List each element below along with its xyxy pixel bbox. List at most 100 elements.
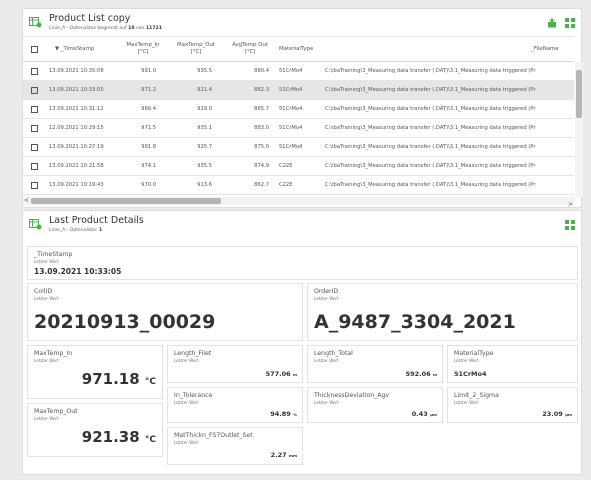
limit-2-sigma-card: Limit_2_Sigma Letzter Wert 23.09 µm	[447, 387, 578, 423]
latest-value-caption: Letzter Wert	[34, 259, 59, 264]
column-header-material[interactable]: MaterialType	[279, 46, 313, 53]
vertical-scrollbar[interactable]	[575, 62, 583, 197]
scroll-right-arrow-icon[interactable]: >	[568, 201, 573, 209]
cell-avgtemp-out: 880.4	[254, 68, 269, 74]
cell-material: C22E	[279, 182, 293, 188]
cell-maxtemp-in: 991.8	[141, 144, 156, 150]
cell-avgtemp-out: 874.9	[254, 163, 269, 169]
cell-maxtemp-out: 919.0	[197, 106, 212, 112]
product-details-subtitle: Linie_A - Datensätze: 1	[49, 228, 103, 233]
material-type-label: MaterialType	[454, 350, 494, 357]
cell-timestamp: 12.09.2021 10:29:15	[49, 125, 104, 131]
column-header-maxtemp-in[interactable]: MaxTemp_In [°C]	[119, 42, 167, 56]
vertical-scroll-thumb[interactable]	[576, 70, 582, 118]
cell-maxtemp-out: 925.7	[197, 144, 212, 150]
cell-maxtemp-in: 970.0	[141, 182, 156, 188]
cell-filename: C:\ibaTraining\3_Measuring data transfer…	[325, 125, 536, 131]
latest-value-caption: Letzter Wert	[174, 400, 199, 405]
maxtemp-out-label: MaxTemp_Out	[34, 408, 78, 415]
row-checkbox[interactable]	[31, 182, 38, 189]
cell-maxtemp-in: 966.4	[141, 106, 156, 112]
cell-avgtemp-out: 865.7	[254, 106, 269, 112]
cell-material: C22E	[279, 163, 293, 169]
cell-maxtemp-out: 935.5	[197, 68, 212, 74]
maxtemp-in-label: MaxTemp_In	[34, 350, 73, 357]
maxtemp-in-card: MaxTemp_In Letzter Wert 971.18 °C	[27, 345, 163, 399]
product-list-subtitle: Linie_A - Datensätze begrenzt auf 10 von…	[49, 26, 162, 31]
row-checkbox[interactable]	[31, 144, 38, 151]
latest-value-caption: Letzter Wert	[454, 358, 479, 363]
latest-value-caption: Letzter Wert	[314, 296, 339, 301]
cell-material: 51CrMo4	[279, 144, 303, 150]
thickness-deviation-value: 0.43 µm	[411, 410, 437, 418]
column-header-filename[interactable]: _FileName	[531, 46, 559, 53]
cell-material: 51CrMo4	[279, 125, 303, 131]
table-row[interactable]: 12.09.2021 10:29:15 971.5 935.1 883.0 51…	[23, 119, 574, 138]
table-row-selected[interactable]: 13.09.2021 10:33:05 971.2 921.4 882.3 51…	[23, 81, 574, 100]
table-row[interactable]: 13.09.2021 10:27:19 991.8 925.7 875.0 51…	[23, 138, 574, 157]
cell-avgtemp-out: 882.3	[254, 87, 269, 93]
cell-maxtemp-in: 971.5	[141, 125, 156, 131]
latest-value-caption: Letzter Wert	[174, 440, 199, 445]
cell-filename: C:\ibaTraining\3_Measuring data transfer…	[325, 163, 536, 169]
cell-avgtemp-out: 883.0	[254, 125, 269, 131]
product-details-header: Last Product Details Linie_A - Datensätz…	[23, 211, 581, 239]
cell-avgtemp-out: 862.7	[254, 182, 269, 188]
cell-maxtemp-out: 935.1	[197, 125, 212, 131]
table-row[interactable]: 13.09.2021 10:21:58 974.1 935.5 874.9 C2…	[23, 157, 574, 176]
coil-id-label: CoilID	[34, 288, 53, 295]
length-total-value: 592.06 m	[405, 370, 437, 378]
column-header-timestamp[interactable]: ▼ _TimeStamp	[55, 46, 94, 53]
table-icon	[29, 219, 42, 230]
latest-value-caption: Letzter Wert	[314, 358, 339, 363]
cell-maxtemp-in: 971.2	[141, 87, 156, 93]
row-checkbox[interactable]	[31, 106, 38, 113]
product-details-panel: Last Product Details Linie_A - Datensätz…	[22, 210, 582, 475]
latest-value-caption: Letzter Wert	[34, 296, 59, 301]
in-tolerance-label: In_Tolerance	[174, 392, 213, 399]
cell-filename: C:\ibaTraining\3_Measuring data transfer…	[325, 68, 536, 74]
horizontal-scrollbar[interactable]: < >	[23, 197, 575, 208]
table-body: 13.09.2021 10:35:08 991.0 935.5 880.4 51…	[23, 62, 574, 195]
latest-value-caption: Letzter Wert	[34, 416, 59, 421]
grid-icon[interactable]	[565, 220, 575, 230]
cell-filename: C:\ibaTraining\3_Measuring data transfer…	[325, 182, 536, 188]
column-header-avgtemp-out[interactable]: AvgTemp Out [°C]	[226, 42, 274, 56]
table-row[interactable]: 13.09.2021 10:19:43 970.0 913.6 862.7 C2…	[23, 176, 574, 195]
mat-thickness-label: MatThickn_FS7Outlet_Set	[174, 432, 253, 439]
timestamp-card: _TimeStamp Letzter Wert 13.09.2021 10:33…	[27, 246, 578, 280]
order-id-card: OrderID Letzter Wert A_9487_3304_2021	[307, 283, 578, 341]
product-list-header: Product List copy Linie_A - Datensätze b…	[23, 9, 581, 37]
product-list-title: Product List copy	[49, 13, 131, 24]
grid-icon[interactable]	[565, 18, 575, 28]
material-type-value: 51CrMo4	[454, 370, 487, 378]
export-icon[interactable]	[547, 18, 557, 28]
cell-timestamp: 13.09.2021 10:21:58	[49, 163, 104, 169]
product-list-panel: Product List copy Linie_A - Datensätze b…	[22, 8, 583, 208]
thickness-deviation-card: ThicknessDeviation_Agv Letzter Wert 0.43…	[307, 387, 443, 423]
latest-value-caption: Letzter Wert	[314, 400, 339, 405]
table-row[interactable]: 13.09.2021 10:35:08 991.0 935.5 880.4 51…	[23, 62, 574, 81]
order-id-value: A_9487_3304_2021	[314, 311, 516, 333]
row-checkbox[interactable]	[31, 87, 38, 94]
maxtemp-out-card: MaxTemp_Out Letzter Wert 921.38 °C	[27, 403, 163, 457]
scroll-left-arrow-icon[interactable]: <	[24, 197, 29, 205]
row-checkbox[interactable]	[31, 68, 38, 75]
cell-filename: C:\ibaTraining\3_Measuring data transfer…	[325, 144, 536, 150]
length-total-label: Length_Total	[314, 350, 353, 357]
coil-id-value: 20210913_00029	[34, 311, 216, 333]
row-checkbox[interactable]	[31, 125, 38, 132]
length-filet-label: Length_Filet	[174, 350, 212, 357]
select-all-checkbox[interactable]	[31, 46, 38, 53]
timestamp-label: _TimeStamp	[34, 251, 73, 258]
cell-maxtemp-out: 921.4	[197, 87, 212, 93]
cell-maxtemp-out: 913.6	[197, 182, 212, 188]
order-id-label: OrderID	[314, 288, 339, 295]
timestamp-value: 13.09.2021 10:33:05	[34, 267, 122, 276]
row-checkbox[interactable]	[31, 163, 38, 170]
cell-timestamp: 13.09.2021 10:19:43	[49, 182, 104, 188]
limit-2-sigma-label: Limit_2_Sigma	[454, 392, 499, 399]
horizontal-scroll-thumb[interactable]	[31, 198, 221, 204]
table-row[interactable]: 13.09.2021 10:31:12 966.4 919.0 865.7 51…	[23, 100, 574, 119]
column-header-maxtemp-out[interactable]: MaxTemp_Out [°C]	[171, 42, 221, 56]
